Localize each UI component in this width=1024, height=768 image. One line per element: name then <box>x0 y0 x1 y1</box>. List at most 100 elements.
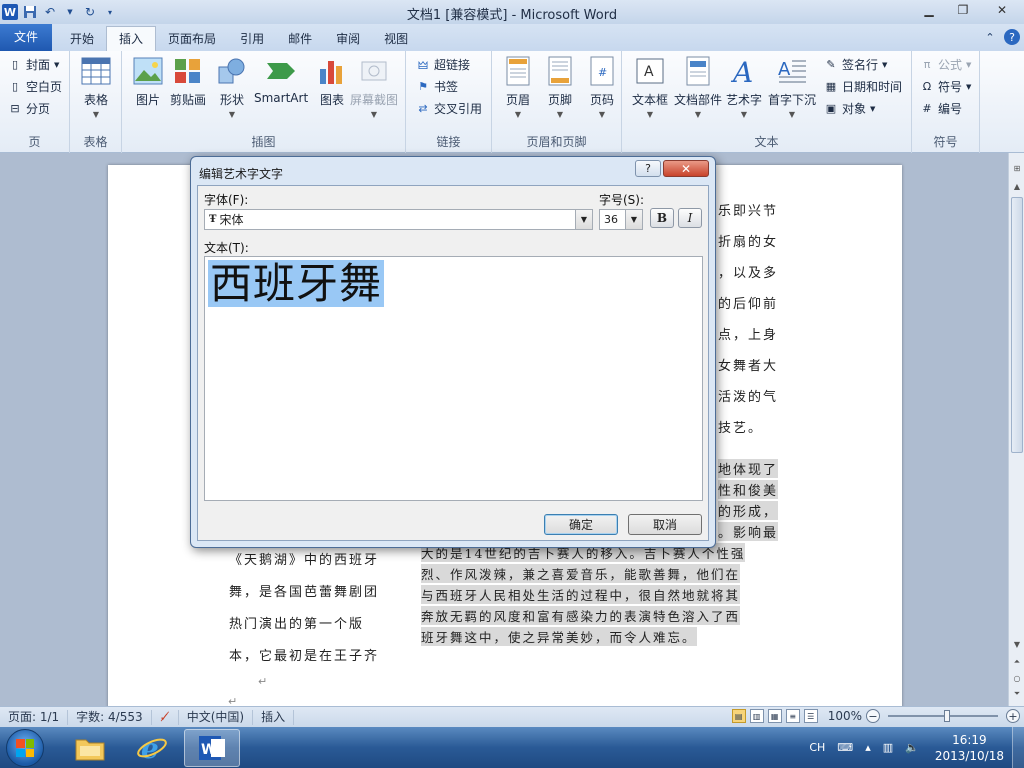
tab-insert[interactable]: 插入 <box>106 26 157 51</box>
draft-view-icon[interactable]: ☰ <box>803 709 818 723</box>
scroll-thumb[interactable] <box>1011 197 1023 453</box>
tab-review[interactable]: 审阅 <box>324 27 372 51</box>
start-button[interactable] <box>6 729 44 767</box>
outline-view-icon[interactable]: ≡ <box>785 709 800 723</box>
save-icon[interactable] <box>22 4 38 20</box>
page-number-button[interactable]: # 页码 ▼ <box>586 55 618 119</box>
tab-file[interactable]: 文件 <box>0 24 53 51</box>
language-status[interactable]: 中文(中国) <box>179 709 254 725</box>
next-page-icon[interactable]: ⏷ <box>1010 687 1024 701</box>
network-icon[interactable]: ▥ <box>883 741 893 754</box>
blank-page-button[interactable]: ▯ 空白页 <box>8 78 62 95</box>
word-taskbar-button[interactable]: W <box>184 729 240 767</box>
show-desktop-button[interactable] <box>1012 727 1024 768</box>
zoom-level[interactable]: 100% <box>828 709 862 723</box>
italic-button[interactable]: I <box>678 208 702 228</box>
print-layout-view-icon[interactable]: ▤ <box>731 709 746 723</box>
keyboard-icon[interactable]: ⌨ <box>837 741 853 754</box>
wordart-text-input[interactable]: 西班牙舞 <box>204 256 703 501</box>
shapes-button[interactable]: 形状 ▼ <box>216 55 248 119</box>
close-button[interactable]: ✕ <box>980 0 1024 20</box>
font-select[interactable]: Ŧ 宋体 ▼ <box>204 209 593 230</box>
chart-button[interactable]: 图表 <box>316 55 348 108</box>
scroll-up-icon[interactable]: ▲ <box>1010 179 1024 193</box>
minimize-ribbon-icon[interactable]: ⌃ <box>982 29 998 45</box>
page-count[interactable]: 页面: 1/1 <box>0 709 69 725</box>
volume-icon[interactable]: 🔈 <box>905 741 919 754</box>
textbox-button[interactable]: A 文本框 ▼ <box>632 55 668 119</box>
ruler-toggle-icon[interactable]: ⊞ <box>1010 161 1024 175</box>
zoom-slider[interactable] <box>888 710 998 722</box>
redo-icon[interactable]: ↻ <box>82 4 98 20</box>
header-button[interactable]: 页眉 ▼ <box>502 55 534 119</box>
page-break-button[interactable]: ⊟ 分页 <box>8 100 50 117</box>
quick-parts-button[interactable]: 文档部件 ▼ <box>674 55 722 119</box>
tab-page-layout[interactable]: 页面布局 <box>156 27 228 51</box>
word-count[interactable]: 字数: 4/553 <box>68 709 152 725</box>
hyperlink-button[interactable]: 🜲 超链接 <box>416 56 470 73</box>
bookmark-button[interactable]: ⚑ 书签 <box>416 78 458 95</box>
undo-icon[interactable]: ↶ <box>42 4 58 20</box>
insert-mode-status[interactable]: 插入 <box>253 709 295 725</box>
tab-references[interactable]: 引用 <box>228 27 276 51</box>
help-icon[interactable]: ? <box>1004 29 1020 45</box>
explorer-taskbar-button[interactable] <box>62 729 118 767</box>
table-button[interactable]: 表格 ▼ <box>80 55 112 119</box>
signature-line-button[interactable]: ✎ 签名行 ▼ <box>824 56 887 73</box>
size-dropdown-icon[interactable]: ▼ <box>625 210 642 229</box>
doc-line: 点，上身 <box>718 328 779 343</box>
signature-line-icon: ✎ <box>826 58 836 71</box>
object-button[interactable]: ▣ 对象 ▼ <box>824 100 876 117</box>
footer-button[interactable]: 页脚 ▼ <box>544 55 576 119</box>
zoom-slider-knob[interactable] <box>944 710 950 722</box>
tab-mailings[interactable]: 邮件 <box>276 27 324 51</box>
font-dropdown-icon[interactable]: ▼ <box>575 210 592 229</box>
wordart-icon: A <box>728 55 760 87</box>
size-select[interactable]: 36 ▼ <box>599 209 643 230</box>
picture-button[interactable]: 图片 <box>132 55 164 108</box>
ribbon-tabs: 文件 开始 插入 页面布局 引用 邮件 审阅 视图 ⌃ ? <box>0 24 1024 51</box>
cover-page-icon: ▯ <box>11 58 19 71</box>
group-label-header-footer: 页眉和页脚 <box>526 135 587 149</box>
dialog-help-button[interactable]: ? <box>635 160 661 177</box>
ie-taskbar-button[interactable]: e <box>124 729 180 767</box>
equation-button[interactable]: π 公式 ▼ <box>920 56 972 73</box>
status-bar: 页面: 1/1 字数: 4/553 ✓̸ 中文(中国) 插入 ▤ ▥ ▦ ≡ ☰… <box>0 706 1024 727</box>
minimize-button[interactable]: ▁ <box>912 0 946 20</box>
ok-button[interactable]: 确定 <box>544 514 618 535</box>
screenshot-icon <box>358 55 390 87</box>
undo-dropdown-icon[interactable]: ▼ <box>62 4 78 20</box>
cross-reference-button[interactable]: ⇄ 交叉引用 <box>416 100 482 117</box>
zoom-out-icon[interactable]: − <box>866 709 880 723</box>
ime-indicator[interactable]: CH <box>809 741 825 754</box>
web-layout-view-icon[interactable]: ▦ <box>767 709 782 723</box>
wordart-button[interactable]: A 艺术字 ▼ <box>726 55 762 119</box>
previous-page-icon[interactable]: ⏶ <box>1010 655 1024 669</box>
cancel-button[interactable]: 取消 <box>628 514 702 535</box>
word-app-icon[interactable]: W <box>2 4 18 20</box>
number-button[interactable]: # 编号 <box>920 100 962 117</box>
clipart-button[interactable]: 剪贴画 <box>170 55 206 108</box>
zoom-in-icon[interactable]: + <box>1006 709 1020 723</box>
tab-view[interactable]: 视图 <box>372 27 420 51</box>
date-time-button[interactable]: ▦ 日期和时间 <box>824 78 902 95</box>
clock[interactable]: 16:19 2013/10/18 <box>935 732 1004 764</box>
symbol-button[interactable]: Ω 符号 ▼ <box>920 78 972 95</box>
number-icon: # <box>922 102 932 115</box>
vertical-scrollbar[interactable]: ⊞ ▲ ▼ ⏶ ○ ⏷ <box>1008 153 1024 706</box>
tray-expand-icon[interactable]: ▴ <box>865 741 871 754</box>
cover-page-button[interactable]: ▯ 封面 ▼ <box>8 56 59 73</box>
restore-button[interactable]: ❐ <box>946 0 980 20</box>
scroll-down-icon[interactable]: ▼ <box>1010 637 1024 651</box>
screenshot-button[interactable]: 屏幕截图 ▼ <box>350 55 398 119</box>
drop-cap-button[interactable]: A 首字下沉 ▼ <box>768 55 816 119</box>
smartart-button[interactable]: SmartArt <box>254 55 308 105</box>
proofing-icon[interactable]: ✓̸ <box>152 709 179 725</box>
browse-object-icon[interactable]: ○ <box>1010 671 1024 685</box>
customize-qat-icon[interactable]: ▾ <box>102 4 118 20</box>
dialog-close-button[interactable]: ✕ <box>663 160 709 177</box>
full-screen-reading-view-icon[interactable]: ▥ <box>749 709 764 723</box>
tab-home[interactable]: 开始 <box>58 27 106 51</box>
bold-button[interactable]: B <box>650 208 674 228</box>
group-label-pages: 页 <box>28 135 41 149</box>
